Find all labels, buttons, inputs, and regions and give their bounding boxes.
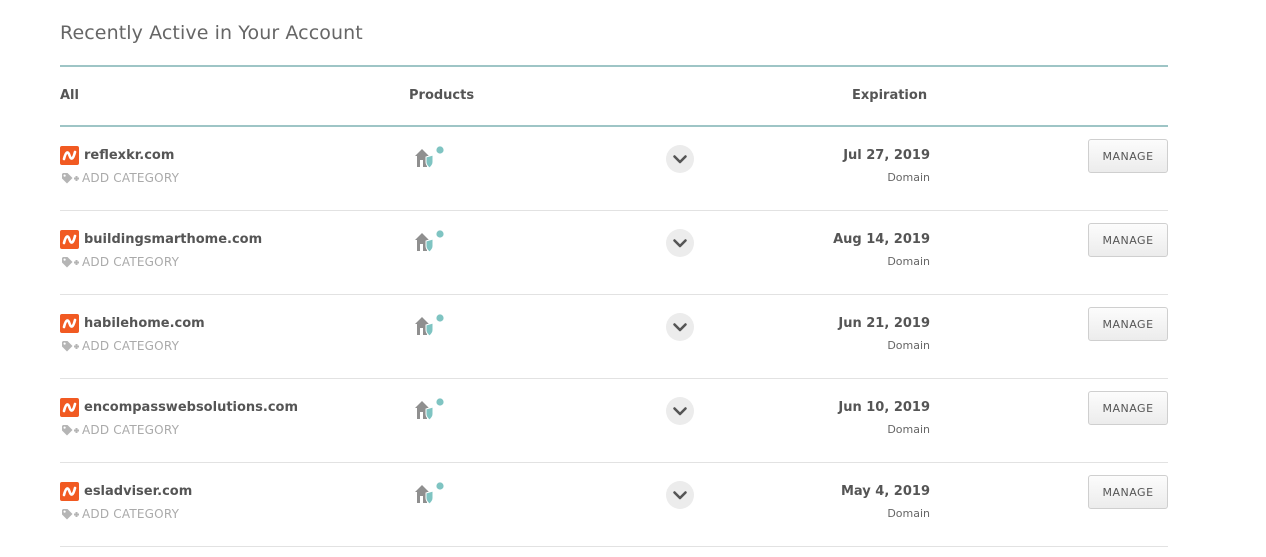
- add-category-link[interactable]: ADD CATEGORY: [61, 339, 179, 353]
- table-row: buildingsmarthome.com ADD CATEGORY Aug 1…: [60, 211, 1168, 295]
- header-divider-top: [60, 65, 1168, 67]
- table-row: reflexkr.com ADD CATEGORY Jul 27, 2019 D…: [60, 127, 1168, 211]
- product-type: Domain: [887, 339, 930, 352]
- home-shield-icon[interactable]: [414, 313, 446, 339]
- home-shield-icon[interactable]: [414, 397, 446, 423]
- domain-name[interactable]: esladviser.com: [84, 484, 192, 499]
- column-header-expiration[interactable]: Expiration: [852, 88, 927, 103]
- tag-icon: [61, 508, 80, 521]
- home-shield-icon[interactable]: [414, 145, 446, 171]
- table-row: esladviser.com ADD CATEGORY May 4, 2019 …: [60, 463, 1168, 547]
- expand-row-button[interactable]: [666, 229, 694, 257]
- add-category-label: ADD CATEGORY: [82, 339, 180, 353]
- product-type: Domain: [887, 255, 930, 268]
- chevron-down-icon: [673, 491, 687, 500]
- home-shield-icon[interactable]: [414, 481, 446, 507]
- manage-button[interactable]: MANAGE: [1088, 307, 1168, 341]
- expiration-date: Aug 14, 2019: [833, 232, 930, 247]
- tag-icon: [61, 340, 80, 353]
- namecheap-logo-icon: [60, 146, 79, 165]
- tag-icon: [61, 424, 80, 437]
- manage-button[interactable]: MANAGE: [1088, 223, 1168, 257]
- domain-name[interactable]: habilehome.com: [84, 316, 205, 331]
- product-type: Domain: [887, 507, 930, 520]
- home-shield-icon[interactable]: [414, 229, 446, 255]
- chevron-down-icon: [673, 407, 687, 416]
- add-category-label: ADD CATEGORY: [82, 171, 180, 185]
- add-category-label: ADD CATEGORY: [82, 423, 180, 437]
- expand-row-button[interactable]: [666, 313, 694, 341]
- domain-name[interactable]: buildingsmarthome.com: [84, 232, 262, 247]
- chevron-down-icon: [673, 323, 687, 332]
- expand-row-button[interactable]: [666, 397, 694, 425]
- table-row: habilehome.com ADD CATEGORY Jun 21, 2019…: [60, 295, 1168, 379]
- domain-name[interactable]: encompasswebsolutions.com: [84, 400, 298, 415]
- expiration-date: Jun 10, 2019: [838, 400, 930, 415]
- namecheap-logo-icon: [60, 482, 79, 501]
- add-category-label: ADD CATEGORY: [82, 255, 180, 269]
- manage-button[interactable]: MANAGE: [1088, 139, 1168, 173]
- manage-button[interactable]: MANAGE: [1088, 475, 1168, 509]
- column-header-products: Products: [409, 88, 475, 103]
- add-category-link[interactable]: ADD CATEGORY: [61, 507, 179, 521]
- manage-button[interactable]: MANAGE: [1088, 391, 1168, 425]
- column-header-all[interactable]: All: [60, 88, 79, 103]
- table-row: encompasswebsolutions.com ADD CATEGORY J…: [60, 379, 1168, 463]
- namecheap-logo-icon: [60, 314, 79, 333]
- namecheap-logo-icon: [60, 398, 79, 417]
- add-category-label: ADD CATEGORY: [82, 507, 180, 521]
- tag-icon: [61, 172, 80, 185]
- chevron-down-icon: [673, 239, 687, 248]
- domain-name[interactable]: reflexkr.com: [84, 148, 174, 163]
- product-type: Domain: [887, 171, 930, 184]
- namecheap-logo-icon: [60, 230, 79, 249]
- expiration-date: Jul 27, 2019: [843, 148, 930, 163]
- add-category-link[interactable]: ADD CATEGORY: [61, 255, 179, 269]
- product-type: Domain: [887, 423, 930, 436]
- chevron-down-icon: [673, 155, 687, 164]
- expiration-date: Jun 21, 2019: [838, 316, 930, 331]
- expiration-date: May 4, 2019: [840, 484, 930, 499]
- expand-row-button[interactable]: [666, 145, 694, 173]
- add-category-link[interactable]: ADD CATEGORY: [61, 423, 179, 437]
- page-title: Recently Active in Your Account: [60, 22, 363, 44]
- expand-row-button[interactable]: [666, 481, 694, 509]
- tag-icon: [61, 256, 80, 269]
- add-category-link[interactable]: ADD CATEGORY: [61, 171, 179, 185]
